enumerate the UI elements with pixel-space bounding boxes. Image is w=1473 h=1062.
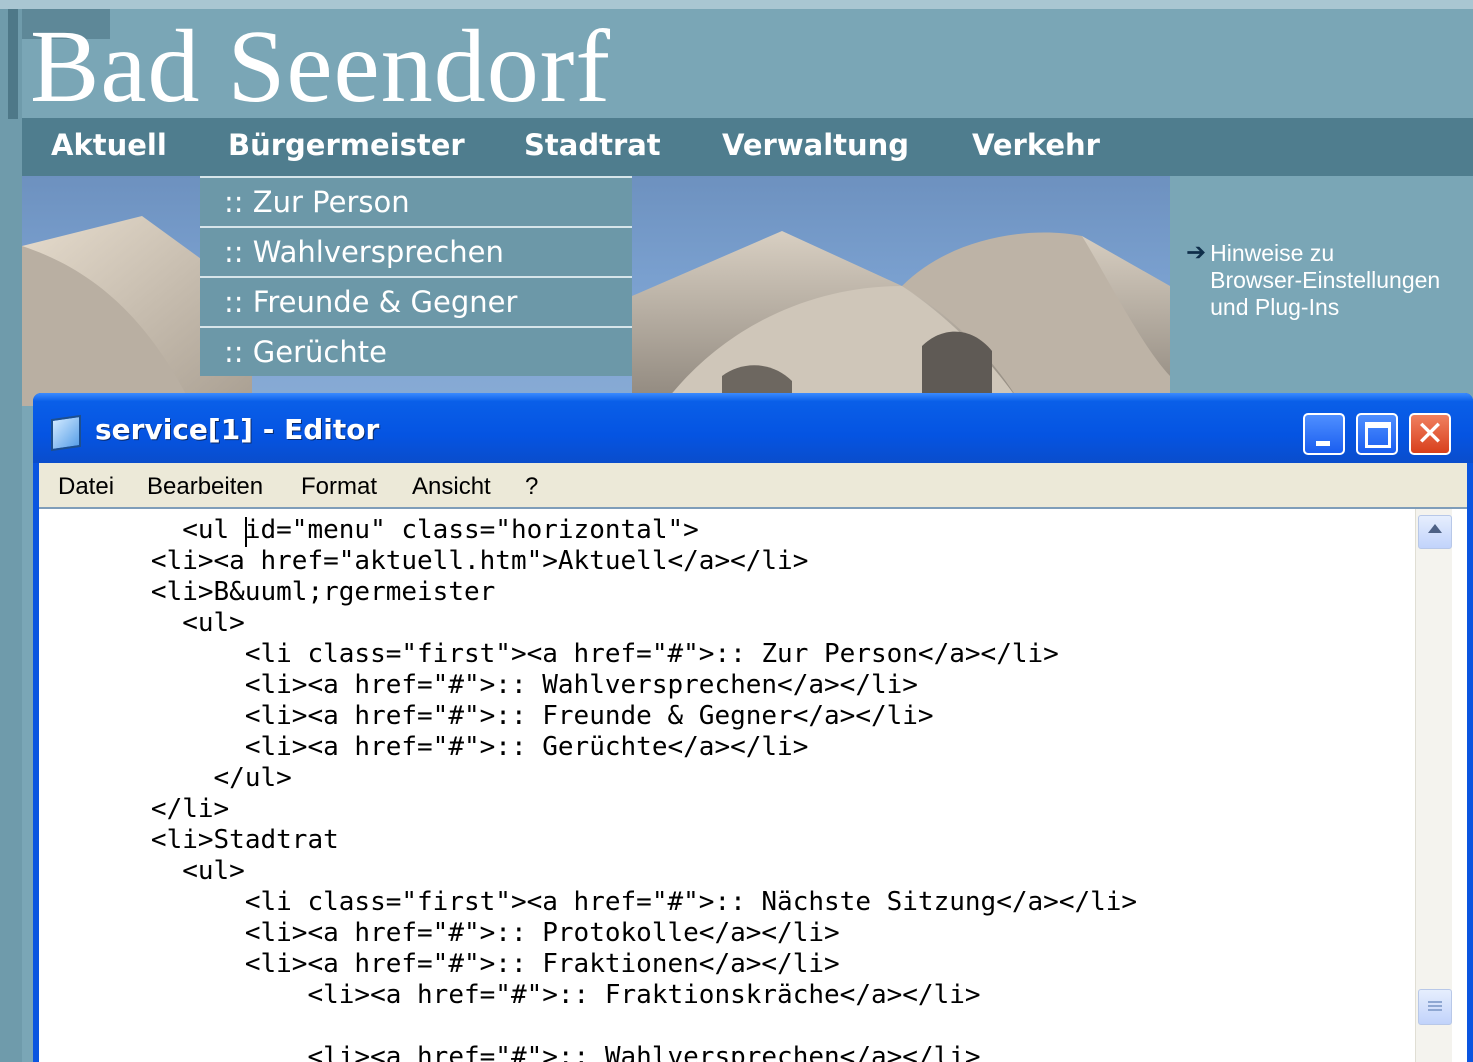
notepad-window: service[1] - Editor ✕ Datei Bearbeiten F…	[33, 393, 1473, 1062]
maximize-button[interactable]	[1356, 413, 1398, 455]
dropdown-item-zur-person[interactable]: :: Zur Person	[200, 176, 632, 226]
code-text: <ul id="menu" class="horizontal"> <li><a…	[57, 515, 1137, 1062]
arrow-right-icon: ➔	[1186, 239, 1207, 266]
nav-verkehr[interactable]: Verkehr	[972, 128, 1100, 162]
nav-aktuell[interactable]: Aktuell	[51, 128, 167, 162]
code-line: <li><a href="#">:: Fraktionen</a></li>	[57, 949, 840, 979]
code-line: <li>B&uuml;rgermeister	[57, 577, 496, 607]
text-editor-area[interactable]: <ul id="menu" class="horizontal"> <li><a…	[39, 507, 1467, 1062]
dropdown-item-geruechte[interactable]: :: Gerüchte	[200, 326, 632, 376]
code-line: <li><a href="aktuell.htm">Aktuell</a></l…	[57, 546, 809, 576]
scroll-up-button[interactable]	[1418, 515, 1452, 549]
page-left-accent	[8, 9, 18, 119]
hint-line-3: und Plug-Ins	[1210, 294, 1340, 320]
code-line: <li class="first"><a href="#">:: Nächste…	[57, 887, 1138, 917]
close-icon: ✕	[1415, 414, 1445, 454]
browser-settings-link[interactable]: ➔ Hinweise zu Browser-Einstellungen und …	[1186, 240, 1440, 321]
menu-bar: Datei Bearbeiten Format Ansicht ?	[39, 463, 1467, 507]
close-button[interactable]: ✕	[1409, 413, 1451, 455]
main-navigation: Aktuell Bürgermeister Stadtrat Verwaltun…	[22, 118, 1473, 176]
menu-datei[interactable]: Datei	[58, 473, 114, 501]
code-line: <ul>	[57, 608, 245, 638]
window-titlebar[interactable]: service[1] - Editor ✕	[33, 393, 1473, 463]
code-line: </li>	[57, 794, 230, 824]
nav-stadtrat[interactable]: Stadtrat	[524, 128, 661, 162]
minimize-icon	[1316, 441, 1330, 446]
code-line: <li><a href="#">:: Wahlversprechen</a></…	[57, 670, 918, 700]
code-line: <li class="first"><a href="#">:: Zur Per…	[57, 639, 1059, 669]
code-line: <li><a href="#">:: Gerüchte</a></li>	[57, 732, 809, 762]
maximize-icon	[1365, 422, 1391, 448]
code-line: <li><a href="#">:: Freunde & Gegner</a><…	[57, 701, 934, 731]
buergermeister-dropdown: :: Zur Person :: Wahlversprechen :: Freu…	[200, 176, 632, 376]
page-left-edge	[0, 9, 22, 1062]
minimize-button[interactable]	[1303, 413, 1345, 455]
menu-help[interactable]: ?	[525, 473, 538, 501]
menu-ansicht[interactable]: Ansicht	[412, 473, 491, 501]
window-title: service[1] - Editor	[95, 413, 380, 446]
code-line: <ul id="menu" class="horizontal">	[57, 515, 699, 545]
hint-line-2: Browser-Einstellungen	[1210, 267, 1441, 293]
notepad-icon	[51, 414, 81, 452]
nav-verwaltung[interactable]: Verwaltung	[722, 128, 909, 162]
code-line: <li><a href="#">:: Fraktionskräche</a></…	[57, 980, 981, 1010]
menu-bearbeiten[interactable]: Bearbeiten	[147, 473, 263, 501]
hint-line-1: Hinweise zu	[1210, 240, 1335, 266]
grip-icon	[1428, 1001, 1442, 1011]
nav-buergermeister[interactable]: Bürgermeister	[228, 128, 465, 162]
dropdown-item-freunde-gegner[interactable]: :: Freunde & Gegner	[200, 276, 632, 326]
menu-format[interactable]: Format	[301, 473, 377, 501]
code-line: <li><a href="#">:: Protokolle</a></li>	[57, 918, 840, 948]
code-line: <li>Stadtrat	[57, 825, 339, 855]
top-strip	[0, 0, 1473, 9]
code-line: <ul>	[57, 856, 245, 886]
scroll-thumb[interactable]	[1418, 989, 1452, 1025]
vertical-scrollbar[interactable]	[1415, 509, 1452, 1062]
dropdown-item-wahlversprechen[interactable]: :: Wahlversprechen	[200, 226, 632, 276]
code-line: </ul>	[57, 763, 292, 793]
chevron-up-icon	[1428, 524, 1442, 533]
site-title: Bad Seendorf	[30, 9, 611, 124]
code-line: <li><a href="#">:: Wahlversprechen</a></…	[57, 1042, 981, 1062]
text-caret	[245, 517, 247, 547]
